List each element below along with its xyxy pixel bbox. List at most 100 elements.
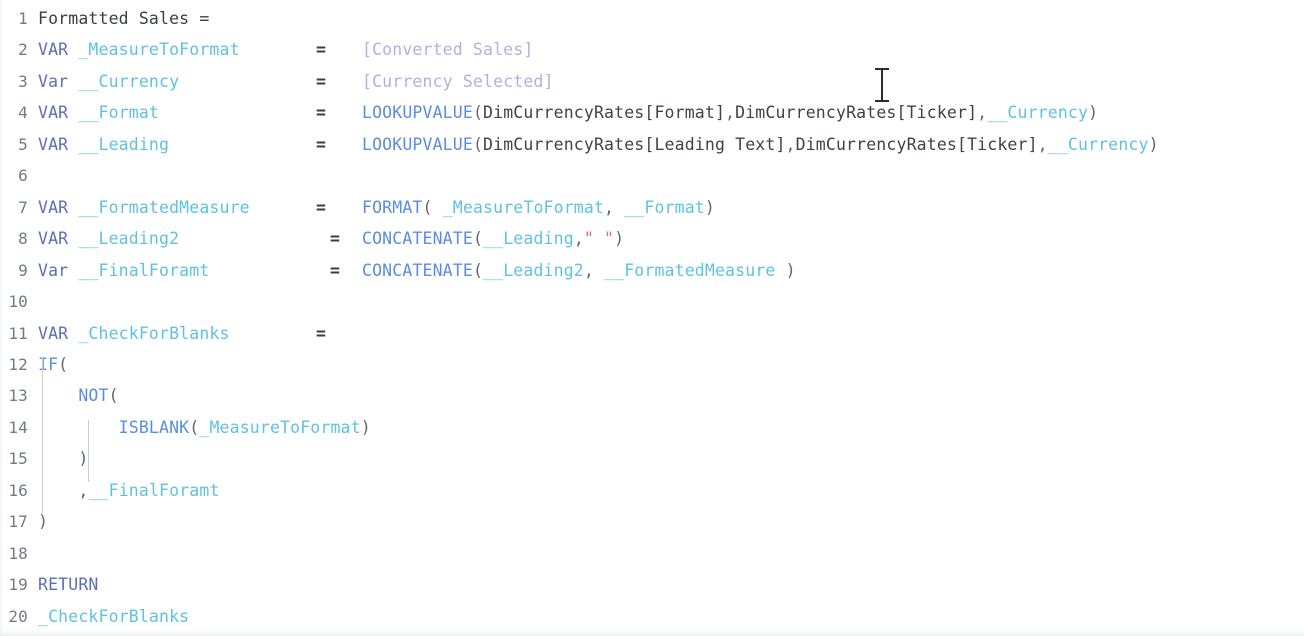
line-content-7[interactable]: VAR __FormatedMeasure bbox=[38, 192, 250, 224]
assignment-operator-line-8: = bbox=[330, 229, 341, 249]
token-var: __FinalForamt bbox=[78, 260, 210, 280]
line-expression-4[interactable]: LOOKUPVALUE(DimCurrencyRates[Format],Dim… bbox=[362, 97, 1098, 129]
token-fn: LOOKUPVALUE bbox=[362, 103, 473, 123]
token-punct: ) bbox=[360, 417, 371, 437]
line-content-2[interactable]: VAR _MeasureToFormat bbox=[38, 34, 240, 66]
token-punct: ) bbox=[775, 260, 796, 280]
code-line-5[interactable]: 5 VAR __Leading = LOOKUPVALUE(DimCurrencyRa… bbox=[0, 129, 1304, 161]
line-number-4: 4 bbox=[18, 103, 28, 123]
line-content-1[interactable]: Formatted Sales = bbox=[38, 3, 209, 35]
token-punct: ( bbox=[189, 417, 200, 437]
token-punct: , bbox=[583, 260, 605, 280]
token-kw: VAR bbox=[38, 229, 79, 249]
code-line-4[interactable]: 4 VAR __Format = LOOKUPVALUE(DimCurrencyRat… bbox=[0, 97, 1304, 129]
code-line-12[interactable]: 12 IF( bbox=[0, 349, 1304, 381]
token-tbl: DimCurrencyRates[Format] bbox=[483, 103, 726, 123]
code-line-16[interactable]: 16 ,__FinalForamt bbox=[0, 475, 1304, 507]
token-tbl: DimCurrencyRates[Ticker] bbox=[795, 134, 1038, 154]
token-kw: Var bbox=[38, 71, 79, 91]
line-content-15[interactable]: ) bbox=[38, 443, 88, 475]
token-var: _MeasureToFormat bbox=[78, 40, 240, 60]
token-kw: VAR bbox=[38, 40, 79, 60]
token-punct: , bbox=[977, 103, 988, 123]
code-line-20[interactable]: 20 _CheckForBlanks bbox=[0, 601, 1304, 633]
code-line-10[interactable]: 10 bbox=[0, 286, 1304, 318]
line-content-5[interactable]: VAR __Leading bbox=[38, 129, 169, 161]
token-kw: VAR bbox=[38, 103, 79, 123]
line-number-12: 12 bbox=[8, 354, 28, 374]
token-var: __Currency bbox=[987, 103, 1089, 123]
line-number-10: 10 bbox=[8, 292, 28, 312]
assignment-operator-line-7: = bbox=[316, 197, 327, 217]
line-expression-9[interactable]: CONCATENATE(__Leading2, __FormatedMeasur… bbox=[362, 255, 796, 287]
code-line-13[interactable]: 13 NOT( bbox=[0, 380, 1304, 412]
code-line-2[interactable]: 2 VAR _MeasureToFormat = [Converted Sales] bbox=[0, 34, 1304, 66]
token-kw: VAR bbox=[38, 323, 79, 343]
token-fn: ISBLANK bbox=[118, 417, 190, 437]
token-fn: CONCATENATE bbox=[362, 260, 473, 280]
code-line-3[interactable]: 3 Var __Currency = [Currency Selected] bbox=[0, 66, 1304, 98]
line-number-16: 16 bbox=[8, 480, 28, 500]
token-measure: [Currency Selected] bbox=[362, 71, 554, 91]
token-fn: LOOKUPVALUE bbox=[362, 134, 473, 154]
token-kw: VAR bbox=[38, 134, 79, 154]
line-expression-3[interactable]: [Currency Selected] bbox=[362, 66, 554, 98]
token-var: __FinalForamt bbox=[88, 480, 220, 500]
assignment-operator-line-5: = bbox=[316, 134, 327, 154]
indent-guide-1 bbox=[42, 358, 43, 513]
token-punct: ) bbox=[1148, 134, 1159, 154]
token-var: __Currency bbox=[1047, 134, 1149, 154]
token-var: _CheckForBlanks bbox=[78, 323, 230, 343]
token-punct: ( bbox=[472, 134, 484, 154]
token-kw: Var bbox=[38, 260, 79, 280]
line-content-8[interactable]: VAR __Leading2 bbox=[38, 223, 179, 255]
token-var: __Currency bbox=[78, 71, 180, 91]
token-punct: ) bbox=[38, 512, 49, 532]
token-punct: , bbox=[78, 480, 89, 500]
line-expression-5[interactable]: LOOKUPVALUE(DimCurrencyRates[Leading Tex… bbox=[362, 129, 1159, 161]
token-punct: ( bbox=[472, 260, 484, 280]
line-number-8: 8 bbox=[18, 229, 28, 249]
line-number-3: 3 bbox=[18, 71, 28, 91]
code-line-18[interactable]: 18 bbox=[0, 538, 1304, 570]
token-var: _CheckForBlanks bbox=[38, 606, 190, 626]
code-line-14[interactable]: 14 ISBLANK(_MeasureToFormat) bbox=[0, 412, 1304, 444]
line-expression-7[interactable]: FORMAT( _MeasureToFormat, __Format) bbox=[362, 192, 715, 224]
code-line-15[interactable]: 15 ) bbox=[0, 443, 1304, 475]
line-content-9[interactable]: Var __FinalForamt bbox=[38, 255, 209, 287]
token-fn: CONCATENATE bbox=[362, 229, 473, 249]
line-expression-2[interactable]: [Converted Sales] bbox=[362, 34, 533, 66]
line-content-20[interactable]: _CheckForBlanks bbox=[38, 601, 189, 633]
code-line-17[interactable]: 17) bbox=[0, 506, 1304, 538]
code-line-8[interactable]: 8 VAR __Leading2 = CONCATENATE(__Leading," … bbox=[0, 223, 1304, 255]
token-kw: RETURN bbox=[38, 575, 99, 595]
line-number-19: 19 bbox=[8, 575, 28, 595]
code-line-9[interactable]: 9 Var __FinalForamt = CONCATENATE(__Leading… bbox=[0, 255, 1304, 287]
assignment-operator-line-4: = bbox=[316, 103, 327, 123]
line-content-16[interactable]: ,__FinalForamt bbox=[38, 475, 220, 507]
token-var: __Leading bbox=[78, 134, 170, 154]
line-number-20: 20 bbox=[8, 606, 28, 626]
line-content-19[interactable]: RETURN bbox=[38, 569, 99, 601]
token-var: __FormatedMeasure bbox=[78, 197, 250, 217]
line-content-11[interactable]: VAR _CheckForBlanks bbox=[38, 318, 230, 350]
line-content-4[interactable]: VAR __Format bbox=[38, 97, 159, 129]
line-number-6: 6 bbox=[18, 166, 28, 186]
line-content-17[interactable]: ) bbox=[38, 506, 48, 538]
code-line-6[interactable]: 6 bbox=[0, 160, 1304, 192]
line-number-7: 7 bbox=[18, 197, 28, 217]
code-line-7[interactable]: 7 VAR __FormatedMeasure = FORMAT( _MeasureT… bbox=[0, 192, 1304, 224]
code-area[interactable]: 1 Formatted Sales = 2 VAR _MeasureToFormat =… bbox=[0, 0, 1304, 636]
line-number-1: 1 bbox=[18, 9, 28, 28]
line-expression-8[interactable]: CONCATENATE(__Leading," ") bbox=[362, 223, 624, 255]
line-content-13[interactable]: NOT( bbox=[38, 380, 119, 412]
code-line-11[interactable]: 11 VAR _CheckForBlanks = bbox=[0, 318, 1304, 350]
token-punct: ) bbox=[1088, 103, 1099, 123]
code-line-1[interactable]: 1 Formatted Sales = bbox=[0, 3, 1304, 35]
dax-formula-editor[interactable]: 1 Formatted Sales = 2 VAR _MeasureToFormat =… bbox=[0, 0, 1304, 636]
code-line-19[interactable]: 19 RETURN bbox=[0, 569, 1304, 601]
assignment-operator-line-2: = bbox=[316, 40, 327, 60]
token-punct: ) bbox=[614, 229, 625, 249]
line-content-3[interactable]: Var __Currency bbox=[38, 66, 179, 98]
